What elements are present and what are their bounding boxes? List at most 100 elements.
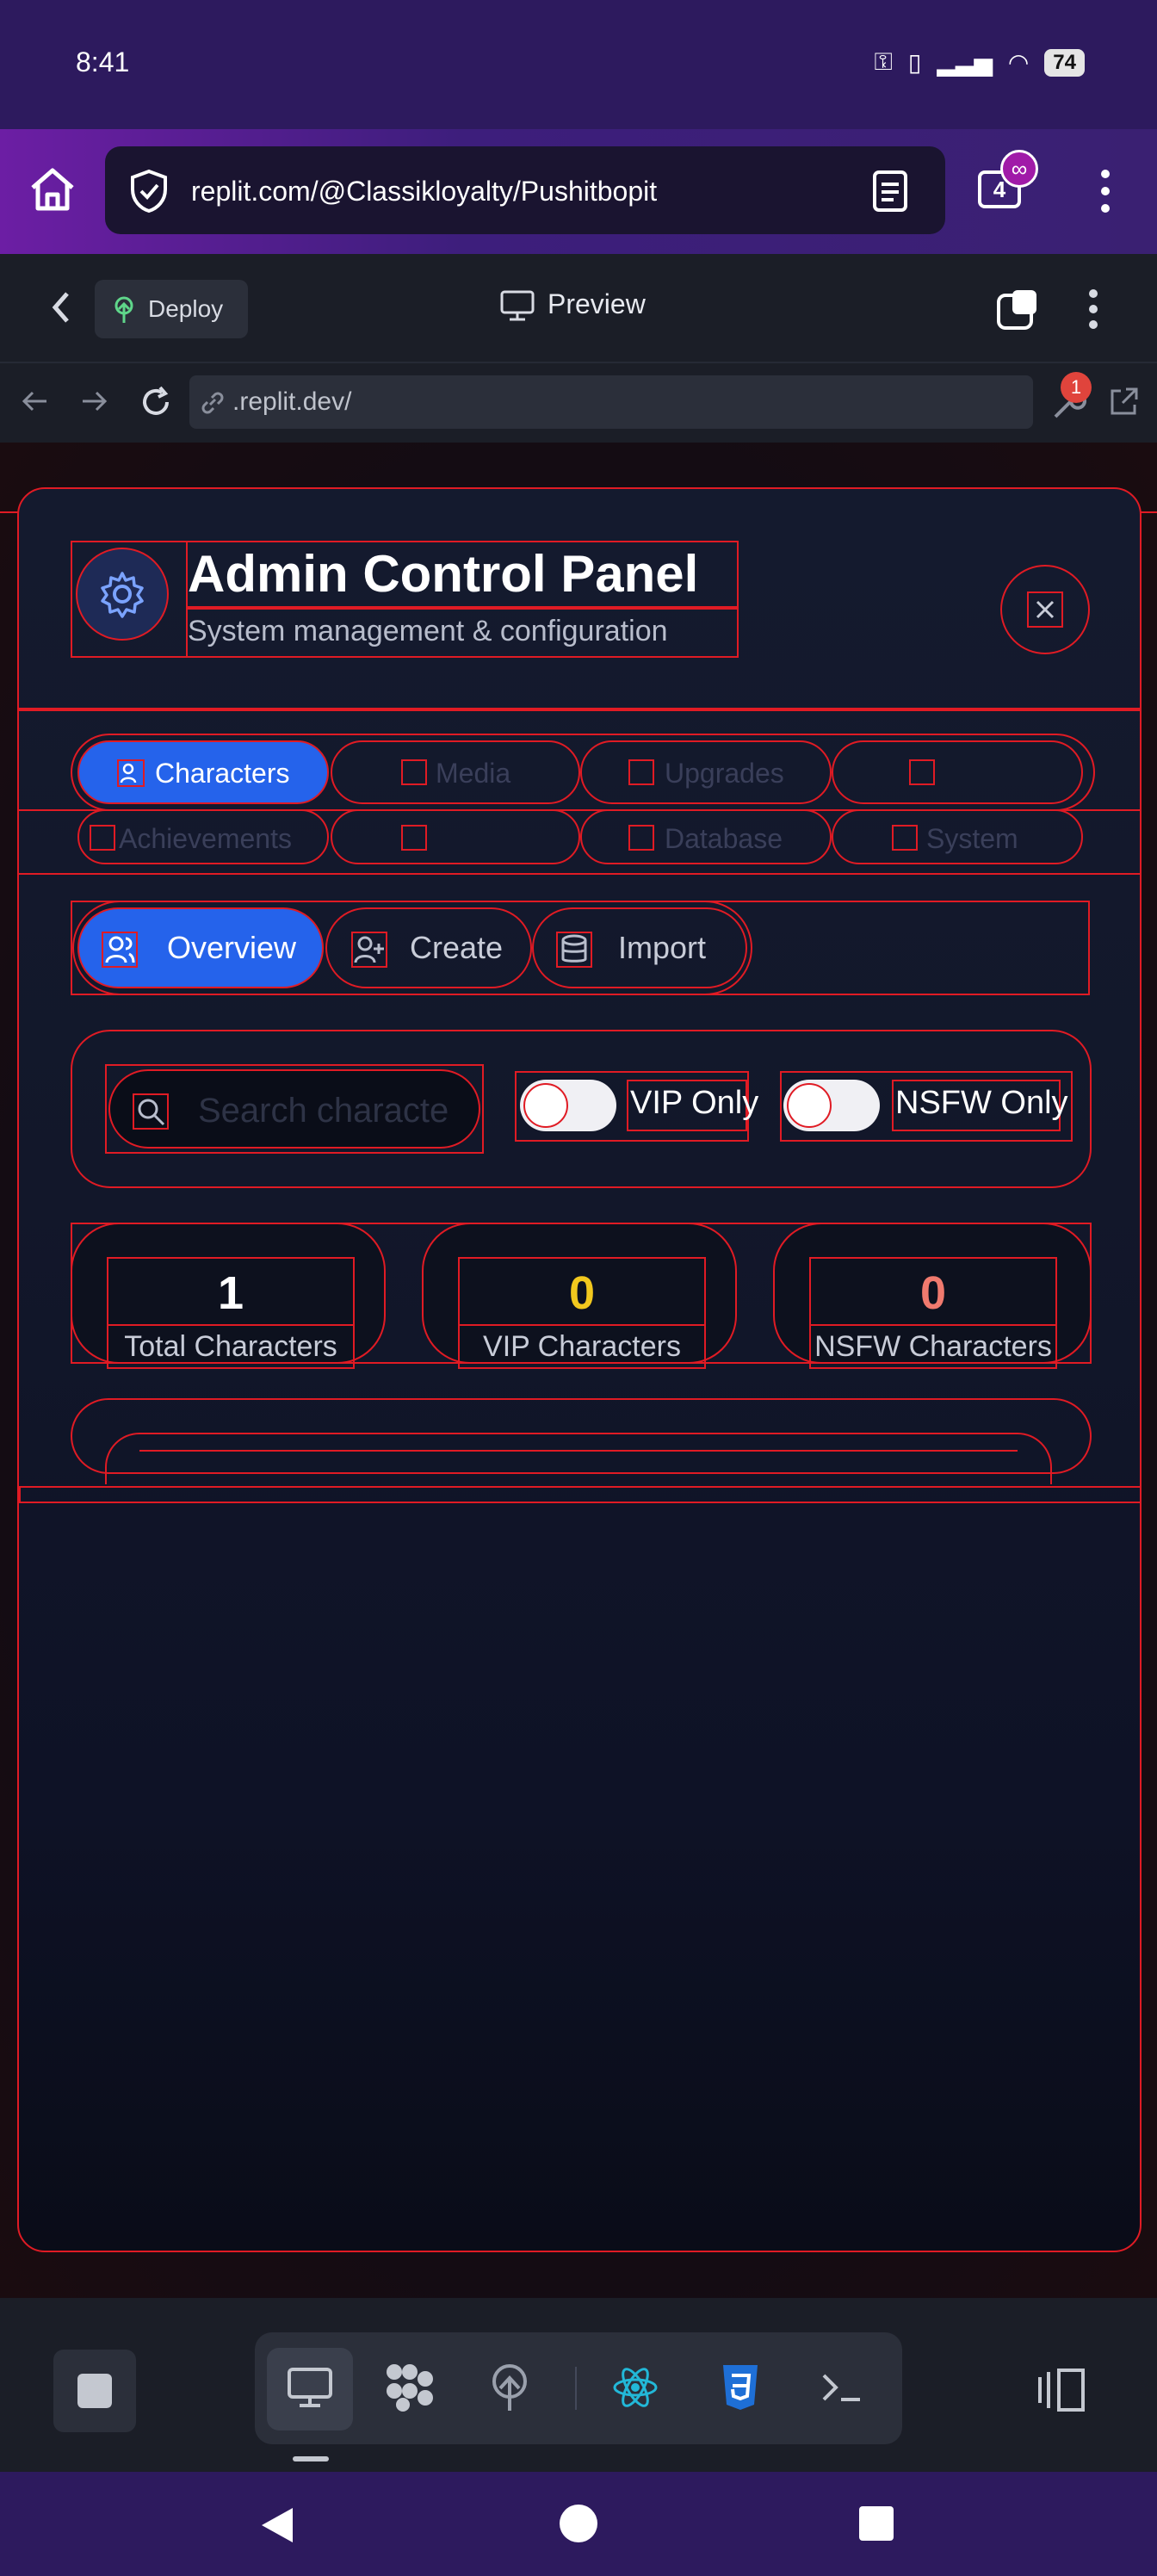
subtab-import[interactable]: Import [532, 907, 747, 988]
tab-upgrades-label: Upgrades [665, 758, 784, 789]
tab-system-label: System [926, 823, 1018, 854]
signal-icon: ▂▃▅ [937, 49, 993, 76]
tab-database-label: Database [665, 823, 783, 854]
tabs-badge: ∞ [1000, 150, 1038, 188]
subtab-overview[interactable]: Overview [77, 907, 324, 988]
battery-indicator: 74 [1044, 48, 1085, 77]
status-time: 8:41 [76, 46, 130, 77]
tab-icon [401, 825, 427, 851]
tab-media-label: Media [436, 758, 511, 789]
character-list-item[interactable] [105, 1433, 1052, 1484]
terminal-icon [820, 2370, 863, 2409]
toolbar-separator [575, 2367, 577, 2410]
open-external-icon[interactable] [1107, 386, 1140, 423]
preview-tool-button[interactable] [267, 2348, 353, 2430]
tab-unlabeled[interactable] [832, 740, 1083, 804]
tool-group [255, 2332, 902, 2444]
stat-card-vip: 0 VIP Characters [422, 1223, 737, 1369]
upgrade-icon [628, 759, 654, 785]
search-input[interactable]: Search characte [108, 1069, 480, 1149]
tab-media[interactable]: Media [331, 740, 580, 804]
reader-mode-icon[interactable] [871, 169, 909, 218]
subtab-create-label: Create [410, 930, 504, 965]
active-tool-indicator [293, 2456, 329, 2461]
stat-nsfw-label: NSFW Characters [809, 1324, 1057, 1369]
nav-home-icon[interactable] [560, 2505, 597, 2542]
panel-title: Admin Control Panel [188, 545, 699, 603]
replit-bottom-toolbar [0, 2298, 1157, 2472]
settings-gear-icon [76, 548, 169, 641]
more-vert-icon[interactable] [1083, 287, 1104, 336]
url-bar[interactable]: replit.com/@Classikloyalty/Pushitbopit [105, 146, 945, 234]
status-bar: 8:41 ⚿ ▯ ▂▃▅ ◠ 74 [0, 0, 1157, 129]
close-icon [1027, 591, 1063, 628]
nav-back-icon[interactable] [258, 2505, 296, 2550]
users-icon [102, 932, 138, 968]
nsfw-only-toggle[interactable] [783, 1080, 880, 1131]
apps-grid-icon [382, 2362, 437, 2418]
preview-url-field[interactable]: .replit.dev/ [189, 375, 1033, 429]
users-icon [117, 759, 145, 787]
split-view-icon[interactable] [1035, 2367, 1088, 2418]
subtab-create[interactable]: Create [325, 907, 532, 988]
tab-characters[interactable]: Characters [77, 740, 329, 804]
header-divider [19, 708, 1140, 711]
nav-recents-icon[interactable] [859, 2506, 894, 2541]
new-tab-icon[interactable] [995, 287, 1040, 336]
list-bottom-divider [19, 1486, 1140, 1503]
stop-icon [77, 2374, 112, 2408]
wifi-icon: ◠ [1007, 49, 1030, 76]
toggle-knob [523, 1083, 568, 1128]
reload-icon[interactable] [138, 384, 174, 424]
notification-badge: 1 [1061, 372, 1092, 403]
stop-button[interactable] [53, 2350, 136, 2432]
subtab-import-label: Import [618, 930, 707, 965]
image-icon [401, 759, 427, 785]
css-tool-button[interactable] [697, 2348, 783, 2430]
deploy-button[interactable]: Deploy [95, 280, 248, 338]
tab-characters-label: Characters [155, 758, 290, 789]
react-icon [611, 2365, 659, 2414]
css3-icon [720, 2363, 761, 2416]
database-icon [556, 932, 592, 968]
admin-panel: Admin Control Panel System management & … [17, 487, 1142, 2252]
search-icon [133, 1093, 169, 1130]
arrow-back-icon[interactable] [19, 386, 50, 421]
back-chevron-icon[interactable] [48, 288, 74, 331]
tabs-bottom-divider [19, 873, 1140, 875]
status-icons: ⚿ ▯ ▂▃▅ ◠ 74 [875, 48, 1085, 77]
deploy-icon [488, 2362, 531, 2417]
vip-only-toggle[interactable] [520, 1080, 616, 1131]
tab-achievements[interactable]: Achievements [77, 809, 329, 864]
system-nav-bar [0, 2472, 1157, 2576]
stat-nsfw-value: 0 [809, 1257, 1057, 1326]
home-icon[interactable] [26, 165, 79, 218]
react-tool-button[interactable] [592, 2348, 678, 2430]
tab-database[interactable]: Database [580, 809, 832, 864]
shield-check-icon [129, 169, 169, 218]
subtab-overview-label: Overview [167, 930, 297, 965]
tab-unlabeled-2[interactable] [331, 809, 580, 864]
toggle-knob [787, 1083, 832, 1128]
stat-total-label: Total Characters [107, 1324, 355, 1369]
list-item-divider [139, 1450, 1018, 1452]
monitor-icon [499, 288, 535, 327]
preview-title[interactable]: Preview [548, 288, 646, 320]
preview-url-text: .replit.dev/ [232, 387, 352, 416]
stat-vip-label: VIP Characters [458, 1324, 706, 1369]
panel-subtitle: System management & configuration [188, 615, 668, 647]
stat-total-value: 1 [107, 1257, 355, 1326]
workflows-tool-button[interactable] [367, 2348, 453, 2430]
tab-upgrades[interactable]: Upgrades [580, 740, 832, 804]
stat-vip-value: 0 [458, 1257, 706, 1326]
search-placeholder: Search characte [198, 1092, 449, 1130]
shell-tool-button[interactable] [799, 2348, 885, 2430]
close-button[interactable] [1000, 565, 1090, 654]
preview-url-bar: .replit.dev/ 1 [0, 363, 1157, 443]
database-icon [628, 825, 654, 851]
more-vert-icon[interactable] [1095, 165, 1116, 221]
deploy-tool-button[interactable] [467, 2348, 553, 2430]
arrow-forward-icon[interactable] [79, 386, 110, 421]
tab-system[interactable]: System [832, 809, 1083, 864]
preview-area: Admin Control Panel System management & … [0, 443, 1157, 2298]
